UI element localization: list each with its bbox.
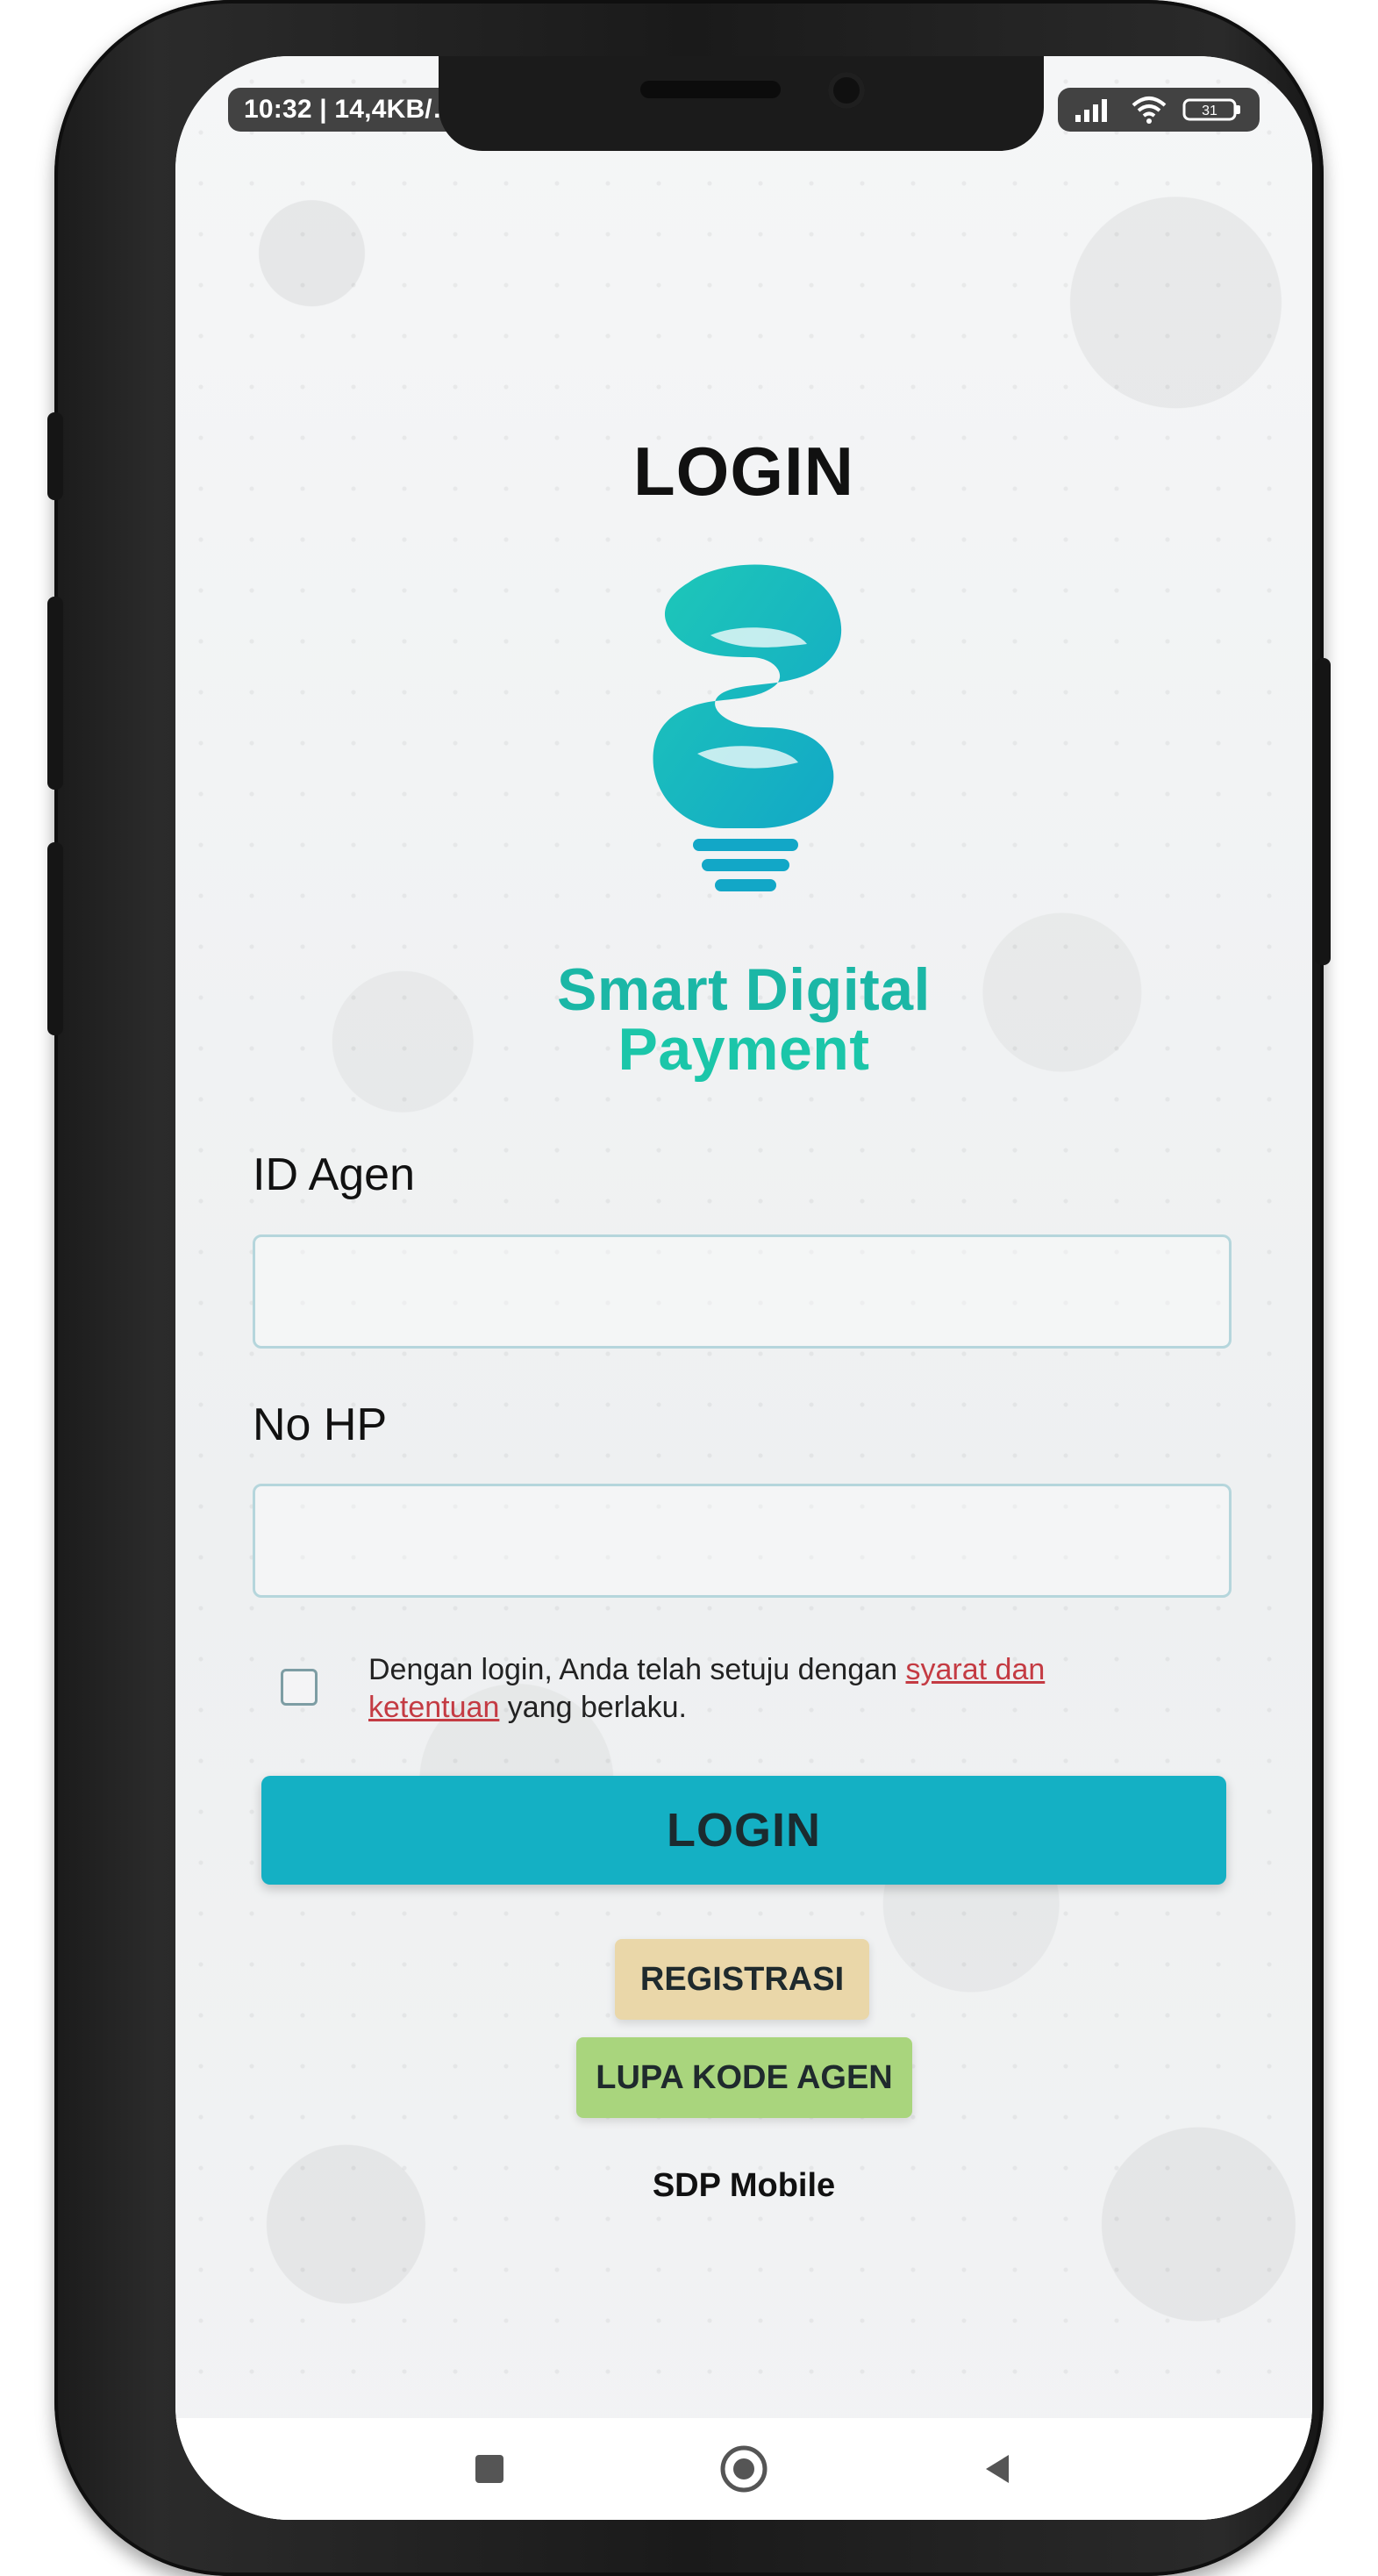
login-button[interactable]: LOGIN xyxy=(261,1776,1226,1885)
forgot-agent-code-button[interactable]: LUPA KODE AGEN xyxy=(576,2037,912,2118)
brand-line-1: Smart Digital xyxy=(557,956,931,1023)
phone-frame: 10:32 | 14,4KB/… 31 LOGIN Smart Digital … xyxy=(47,0,1331,2576)
circle-icon xyxy=(720,2445,768,2493)
recents-button[interactable] xyxy=(463,2443,516,2495)
home-button[interactable] xyxy=(718,2443,770,2495)
status-indicators: 31 xyxy=(1058,88,1260,132)
terms-suffix: yang berlaku. xyxy=(499,1690,687,1724)
front-camera xyxy=(828,72,865,109)
no-hp-label: No HP xyxy=(253,1399,388,1450)
square-icon xyxy=(475,2455,503,2483)
register-button[interactable]: REGISTRASI xyxy=(615,1939,869,2020)
volume-up-button xyxy=(47,412,63,500)
triangle-left-icon xyxy=(986,2455,1009,2483)
page-title: LOGIN xyxy=(633,433,854,510)
back-button[interactable] xyxy=(972,2443,1025,2495)
no-hp-input[interactable] xyxy=(253,1484,1232,1598)
wifi-icon xyxy=(1130,92,1168,127)
brand-line-2: Payment xyxy=(618,1016,870,1083)
volume-down-button xyxy=(47,597,63,790)
terms-link-part-1[interactable]: syarat dan xyxy=(906,1653,1046,1686)
terms-text: Dengan login, Anda telah setuju dengan s… xyxy=(368,1651,1158,1726)
id-agen-input[interactable] xyxy=(253,1234,1232,1349)
status-left-text: 10:32 | 14,4KB/… xyxy=(244,95,460,124)
app-footer-text: SDP Mobile xyxy=(652,2167,836,2204)
speaker-grille xyxy=(640,81,781,98)
id-agen-label: ID Agen xyxy=(253,1149,416,1200)
terms-prefix: Dengan login, Anda telah setuju dengan xyxy=(368,1653,906,1686)
terms-row: Dengan login, Anda telah setuju dengan s… xyxy=(281,1651,1228,1726)
android-nav-bar xyxy=(175,2418,1312,2520)
battery-level-text: 31 xyxy=(1202,104,1217,118)
battery-icon: 31 xyxy=(1182,92,1244,127)
login-content: LOGIN Smart Digital Payment ID Agen No H… xyxy=(175,56,1312,2520)
power-button xyxy=(47,842,63,1035)
phone-screen: 10:32 | 14,4KB/… 31 LOGIN Smart Digital … xyxy=(175,56,1312,2520)
side-button-right xyxy=(1315,658,1331,965)
terms-link-part-2[interactable]: ketentuan xyxy=(368,1691,499,1724)
bulb-logo-icon xyxy=(653,564,842,891)
signal-icon xyxy=(1074,92,1116,127)
brand-text: Smart Digital Payment xyxy=(175,960,1312,1079)
camera-notch xyxy=(439,56,1044,151)
terms-checkbox[interactable] xyxy=(281,1669,318,1706)
status-time-speed: 10:32 | 14,4KB/… xyxy=(228,88,475,132)
